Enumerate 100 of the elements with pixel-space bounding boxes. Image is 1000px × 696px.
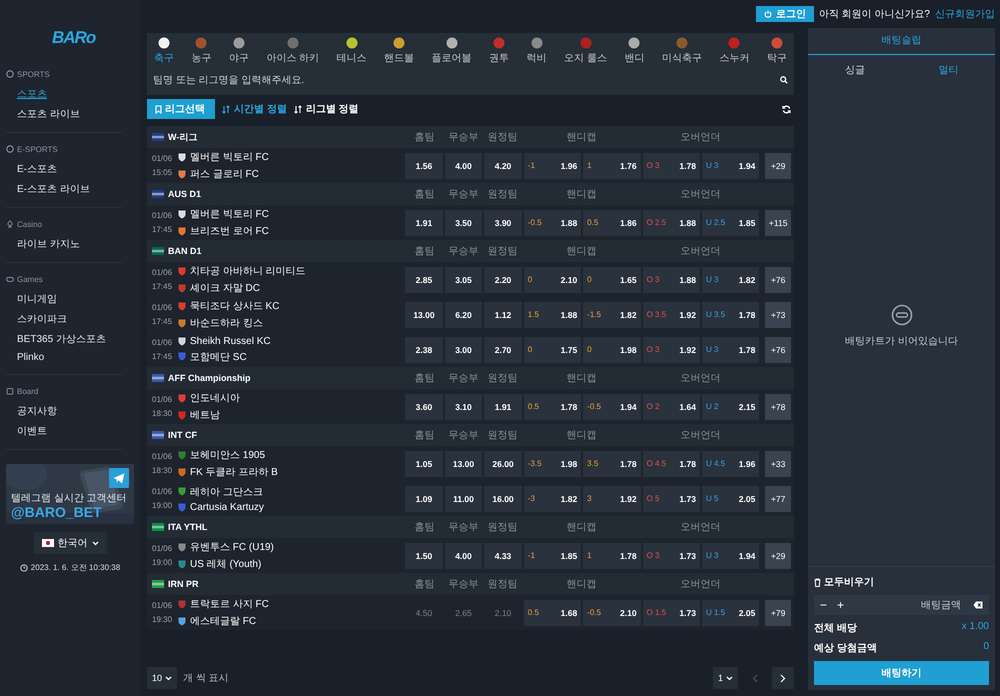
more-markets-button[interactable]: +78 bbox=[765, 394, 792, 420]
total-odds-button[interactable]: O 3 1.88 bbox=[642, 266, 700, 292]
sport-tab[interactable]: 축구 bbox=[153, 37, 175, 65]
odds-button[interactable]: 16.00 bbox=[484, 486, 522, 512]
total-odds-button[interactable]: U 4.5 1.96 bbox=[702, 450, 760, 476]
total-odds-button[interactable]: U 2 2.15 bbox=[702, 394, 760, 420]
total-odds-button[interactable]: O 3.5 1.92 bbox=[642, 302, 700, 328]
sport-tab[interactable]: 미식축구 bbox=[660, 37, 703, 65]
total-odds-button[interactable]: U 3 1.94 bbox=[702, 542, 760, 568]
handicap-odds-button[interactable]: 0 1.98 bbox=[583, 336, 641, 362]
clear-all-button[interactable]: 모두비우기 bbox=[814, 575, 874, 589]
more-markets-button[interactable]: +79 bbox=[765, 600, 792, 626]
odds-button[interactable]: 1.91 bbox=[484, 394, 522, 420]
page-select[interactable]: 1 bbox=[712, 667, 738, 689]
sport-tab[interactable]: 밴디 bbox=[623, 37, 646, 65]
total-odds-button[interactable]: U 3 1.94 bbox=[702, 152, 760, 178]
handicap-odds-button[interactable]: -3 1.82 bbox=[524, 486, 582, 512]
handicap-odds-button[interactable]: -3.5 1.98 bbox=[524, 450, 582, 476]
sport-tab[interactable]: 권투 bbox=[488, 37, 510, 65]
telegram-banner[interactable]: 텔레그램 실시간 고객센터 @BARO_BET bbox=[6, 464, 134, 524]
next-page-button[interactable] bbox=[772, 667, 794, 689]
bet-amount-field[interactable]: − + 배팅금액 bbox=[814, 595, 989, 615]
handicap-odds-button[interactable]: -0.5 1.94 bbox=[583, 394, 641, 420]
more-markets-button[interactable]: +29 bbox=[765, 542, 792, 568]
sport-tab[interactable]: 오지 룰스 bbox=[563, 37, 608, 65]
total-odds-button[interactable]: O 4.5 1.78 bbox=[642, 450, 700, 476]
odds-button[interactable]: 4.00 bbox=[444, 542, 482, 568]
eraser-icon[interactable] bbox=[973, 601, 983, 609]
handicap-odds-button[interactable]: -1.5 1.82 bbox=[583, 302, 641, 328]
total-odds-button[interactable]: U 2.5 1.85 bbox=[702, 210, 760, 236]
more-markets-button[interactable]: +73 bbox=[765, 302, 792, 328]
bet-type-tab[interactable]: 싱글 bbox=[808, 55, 902, 85]
more-markets-button[interactable]: +33 bbox=[765, 450, 792, 476]
sidebar-item[interactable]: 스포츠 bbox=[6, 84, 47, 104]
more-markets-button[interactable]: +76 bbox=[765, 266, 792, 292]
handicap-odds-button[interactable]: -0.5 2.10 bbox=[583, 600, 641, 626]
sport-tab[interactable]: 아이스 하키 bbox=[265, 37, 320, 65]
sort-button[interactable]: 시간별 정렬 bbox=[222, 102, 287, 116]
page-size-select[interactable]: 10 bbox=[147, 667, 178, 689]
handicap-odds-button[interactable]: 1 1.76 bbox=[583, 152, 641, 178]
handicap-odds-button[interactable]: 0 1.65 bbox=[583, 266, 641, 292]
odds-button[interactable]: 4.20 bbox=[484, 152, 522, 178]
sidebar-item[interactable]: 스포츠 라이브 bbox=[6, 104, 80, 124]
odds-button[interactable]: 3.05 bbox=[444, 266, 482, 292]
sport-tab[interactable]: 야구 bbox=[228, 37, 250, 65]
more-markets-button[interactable]: +77 bbox=[765, 486, 792, 512]
sport-tab[interactable]: 핸드볼 bbox=[383, 37, 416, 65]
odds-button[interactable]: 3.10 bbox=[444, 394, 482, 420]
odds-button[interactable]: 3.00 bbox=[444, 336, 482, 362]
total-odds-button[interactable]: O 1.5 1.73 bbox=[642, 600, 700, 626]
odds-button[interactable]: 1.12 bbox=[484, 302, 522, 328]
handicap-odds-button[interactable]: 0.5 1.68 bbox=[524, 600, 582, 626]
odds-button[interactable]: 3.50 bbox=[444, 210, 482, 236]
sport-tab[interactable]: 플로어볼 bbox=[430, 37, 473, 65]
handicap-odds-button[interactable]: -1 1.85 bbox=[524, 542, 582, 568]
handicap-odds-button[interactable]: 3.5 1.78 bbox=[583, 450, 641, 476]
handicap-odds-button[interactable]: 3 1.92 bbox=[583, 486, 641, 512]
handicap-odds-button[interactable]: -0.5 1.88 bbox=[524, 210, 582, 236]
odds-button[interactable]: 11.00 bbox=[444, 486, 482, 512]
language-select[interactable]: 한국어 bbox=[34, 532, 106, 554]
sport-tab[interactable]: 탁구 bbox=[766, 37, 788, 65]
search-field[interactable]: 팀명 또는 리그명을 입력해주세요. bbox=[153, 74, 780, 86]
odds-button[interactable]: 3.60 bbox=[405, 394, 443, 420]
sport-tab[interactable]: 스누커 bbox=[718, 37, 750, 65]
sidebar-item[interactable]: E-스포츠 bbox=[6, 159, 57, 179]
odds-button[interactable]: 1.05 bbox=[405, 450, 443, 476]
more-markets-button[interactable]: +76 bbox=[765, 336, 792, 362]
odds-button[interactable]: 13.00 bbox=[444, 450, 482, 476]
odds-button[interactable]: 1.09 bbox=[405, 486, 443, 512]
sidebar-item[interactable]: 라이브 카지노 bbox=[6, 234, 80, 254]
odds-button[interactable]: 26.00 bbox=[484, 450, 522, 476]
more-markets-button[interactable]: +115 bbox=[765, 210, 792, 236]
total-odds-button[interactable]: O 2.5 1.88 bbox=[642, 210, 700, 236]
total-odds-button[interactable]: U 1.5 2.05 bbox=[702, 600, 760, 626]
sidebar-item[interactable]: 이벤트 bbox=[6, 421, 47, 441]
odds-button[interactable]: 6.20 bbox=[444, 302, 482, 328]
sort-button[interactable]: 리그별 정렬 bbox=[294, 102, 359, 116]
total-odds-button[interactable]: U 3 1.78 bbox=[702, 336, 760, 362]
sidebar-item[interactable]: Plinko bbox=[6, 349, 44, 366]
sidebar-item[interactable]: E-스포츠 라이브 bbox=[6, 179, 90, 199]
odds-button[interactable]: 13.00 bbox=[405, 302, 443, 328]
signup-link[interactable]: 신규회원가입 bbox=[935, 7, 995, 21]
odds-button[interactable]: 2.70 bbox=[484, 336, 522, 362]
total-odds-button[interactable]: O 3 1.78 bbox=[642, 152, 700, 178]
odds-button[interactable]: 1.56 bbox=[405, 152, 443, 178]
odds-button[interactable]: 4.33 bbox=[484, 542, 522, 568]
sidebar-item[interactable]: 미니게임 bbox=[6, 289, 57, 309]
total-odds-button[interactable]: O 3 1.92 bbox=[642, 336, 700, 362]
odds-button[interactable]: 3.90 bbox=[484, 210, 522, 236]
total-odds-button[interactable]: U 3 1.82 bbox=[702, 266, 760, 292]
plus-button[interactable]: + bbox=[837, 598, 844, 612]
handicap-odds-button[interactable]: 1.5 1.88 bbox=[524, 302, 582, 328]
more-markets-button[interactable]: +29 bbox=[765, 152, 792, 178]
handicap-odds-button[interactable]: 0 1.75 bbox=[524, 336, 582, 362]
refresh-icon[interactable] bbox=[782, 104, 791, 114]
sport-tab[interactable]: 테니스 bbox=[336, 37, 368, 65]
odds-button[interactable]: 1.50 bbox=[405, 542, 443, 568]
sport-tab[interactable]: 럭비 bbox=[526, 37, 548, 65]
logo[interactable]: BARo bbox=[52, 28, 96, 48]
odds-button[interactable]: 1.91 bbox=[405, 210, 443, 236]
